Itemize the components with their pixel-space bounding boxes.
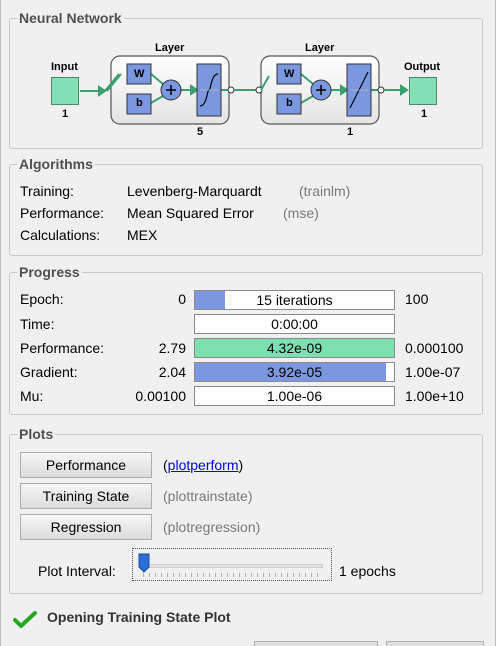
perf-progress-label: Performance:: [20, 340, 105, 356]
plot-regression-button[interactable]: Regression: [20, 514, 152, 540]
plottrainstate-fn: (plottrainstate): [163, 488, 253, 504]
mu-bar-text: 1.00e-06: [266, 388, 323, 404]
gradient-label: Gradient:: [20, 364, 78, 380]
perf-start: 2.79: [158, 340, 186, 356]
mu-bar: 1.00e-06: [194, 386, 395, 406]
gradient-start: 2.04: [158, 364, 186, 380]
epoch-bar-text: 15 iterations: [256, 292, 333, 308]
time-label: Time:: [20, 316, 55, 332]
status-text: Opening Training State Plot: [47, 609, 231, 625]
plot-interval-slider[interactable]: [132, 548, 332, 581]
epoch-start: 0: [178, 291, 186, 307]
plot-training-state-button[interactable]: Training State: [20, 483, 152, 509]
performance-fn: (mse): [283, 205, 319, 221]
network-connections: [80, 55, 409, 125]
epoch-bar: 15 iterations: [194, 290, 395, 310]
calculations-label: Calculations:: [20, 227, 101, 243]
cancel-button[interactable]: [386, 641, 484, 646]
plotperform-link-text[interactable]: plotperform: [168, 457, 239, 473]
layer1-w-label: W: [134, 68, 145, 80]
gradient-bar-text: 3.92e-05: [266, 364, 323, 380]
slider-track: [141, 564, 323, 568]
layer2-w-label: W: [284, 68, 295, 80]
epoch-end: 100: [405, 291, 429, 307]
mu-label: Mu:: [20, 388, 44, 404]
time-bar-text: 0:00:00: [271, 316, 318, 332]
mu-start: 0.00100: [135, 388, 186, 404]
training-label: Training:: [20, 183, 74, 199]
calculations-value: MEX: [127, 227, 158, 243]
stop-training-button[interactable]: [254, 641, 378, 646]
algorithms-title: Algorithms: [17, 156, 95, 172]
plot-interval-value: 1 epochs: [339, 563, 396, 579]
performance-value: Mean Squared Error: [127, 205, 254, 221]
plots-title: Plots: [17, 426, 56, 442]
nntraintool-window: Neural Network Input 1 Output 1 Layer La…: [0, 0, 496, 646]
perf-bar: 4.32e-09: [194, 338, 395, 358]
epoch-label: Epoch:: [20, 291, 64, 307]
plot-performance-button[interactable]: Performance: [20, 452, 152, 478]
layer1-b-label: b: [136, 97, 143, 109]
progress-title: Progress: [17, 264, 82, 280]
plot-interval-label: Plot Interval:: [38, 563, 116, 579]
time-bar: 0:00:00: [194, 314, 395, 334]
gradient-end: 1.00e-07: [405, 364, 461, 380]
checkmark-icon: [13, 611, 37, 628]
layer2-b-label: b: [286, 97, 293, 109]
slider-ticks: [143, 573, 321, 577]
training-value: Levenberg-Marquardt: [127, 183, 262, 199]
mu-end: 1.00e+10: [405, 388, 464, 404]
perf-bar-text: 4.32e-09: [266, 340, 323, 356]
plotregression-fn: (plotregression): [163, 519, 261, 535]
slider-thumb[interactable]: [138, 553, 150, 573]
gradient-bar: 3.92e-05: [194, 362, 395, 382]
training-fn: (trainlm): [299, 183, 351, 199]
plotperform-link[interactable]: (plotperform): [163, 457, 243, 473]
performance-label: Performance:: [20, 205, 105, 221]
perf-end: 0.000100: [405, 340, 464, 356]
